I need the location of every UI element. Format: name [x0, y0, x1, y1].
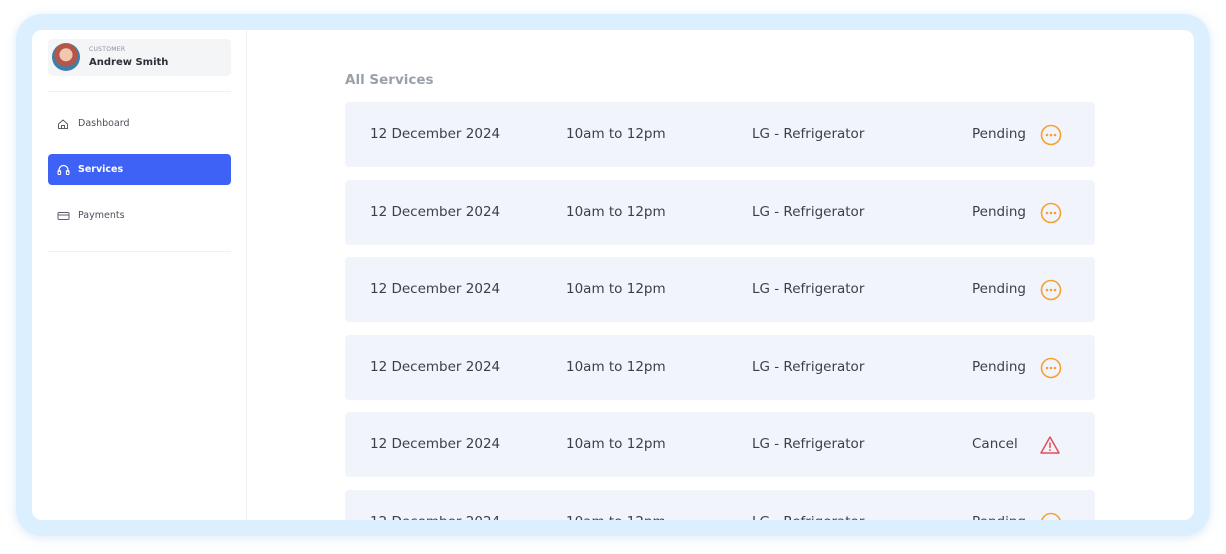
service-product: LG - Refrigerator [752, 281, 865, 297]
service-status: Pending [972, 203, 1026, 220]
sidebar: CUSTOMER Andrew Smith Dashboard Services… [32, 30, 247, 520]
service-row[interactable]: 12 December 2024 10am to 12pm LG - Refri… [345, 489, 1095, 521]
service-product: LG - Refrigerator [752, 436, 865, 452]
avatar [52, 43, 80, 71]
service-status: Pending [972, 281, 1026, 297]
home-icon [56, 117, 70, 131]
service-time: 10am to 12pm [566, 203, 666, 220]
service-product: LG - Refrigerator [752, 490, 864, 521]
more-circle-icon[interactable] [1040, 357, 1062, 379]
credit-card-icon [56, 209, 70, 223]
service-time: 10am to 12pm [566, 126, 666, 142]
profile-role: CUSTOMER [89, 46, 126, 53]
sidebar-item-label: Dashboard [78, 118, 130, 129]
service-row[interactable]: 12 December 2024 10am to 12pm LG - Refri… [345, 179, 1095, 245]
sidebar-item-dashboard[interactable]: Dashboard [48, 108, 231, 139]
service-status: Pending [972, 126, 1026, 142]
sidebar-item-label: Payments [78, 210, 125, 221]
service-product: LG - Refrigerator [752, 203, 865, 220]
more-circle-icon[interactable] [1040, 512, 1062, 520]
service-row[interactable]: 12 December 2024 10am to 12pm LG - Refri… [345, 334, 1095, 400]
service-status: Pending [972, 490, 1026, 521]
service-date: 12 December 2024 [370, 490, 500, 521]
service-time: 10am to 12pm [566, 358, 666, 375]
service-date: 12 December 2024 [370, 436, 501, 452]
service-date: 12 December 2024 [370, 358, 501, 375]
divider [48, 251, 231, 252]
divider [48, 91, 231, 92]
service-time: 10am to 12pm [566, 281, 666, 297]
more-circle-icon[interactable] [1040, 202, 1062, 224]
warning-triangle-icon[interactable] [1039, 434, 1061, 456]
more-circle-icon[interactable] [1040, 124, 1062, 146]
service-status: Pending [972, 358, 1026, 375]
app-window: CUSTOMER Andrew Smith Dashboard Services… [32, 30, 1194, 520]
main-content: All Services 12 December 2024 10am to 12… [246, 30, 1194, 520]
page-title: All Services [345, 72, 434, 88]
service-row[interactable]: 12 December 2024 10am to 12pm LG - Refri… [345, 102, 1095, 167]
service-product: LG - Refrigerator [752, 126, 865, 142]
service-time: 10am to 12pm [566, 436, 666, 452]
sidebar-item-label: Services [78, 164, 124, 175]
service-date: 12 December 2024 [370, 281, 501, 297]
service-status: Cancel [972, 436, 1018, 452]
service-date: 12 December 2024 [370, 126, 501, 142]
service-row[interactable]: 12 December 2024 10am to 12pm LG - Refri… [345, 412, 1095, 477]
service-row[interactable]: 12 December 2024 10am to 12pm LG - Refri… [345, 257, 1095, 322]
service-time: 10am to 12pm [566, 490, 666, 521]
service-date: 12 December 2024 [370, 203, 501, 220]
more-circle-icon[interactable] [1040, 279, 1062, 301]
headset-icon [56, 163, 70, 177]
sidebar-item-services[interactable]: Services [48, 154, 231, 185]
profile-card[interactable]: CUSTOMER Andrew Smith [48, 39, 231, 76]
profile-name: Andrew Smith [89, 57, 169, 68]
sidebar-item-payments[interactable]: Payments [48, 200, 231, 231]
service-product: LG - Refrigerator [752, 358, 865, 375]
